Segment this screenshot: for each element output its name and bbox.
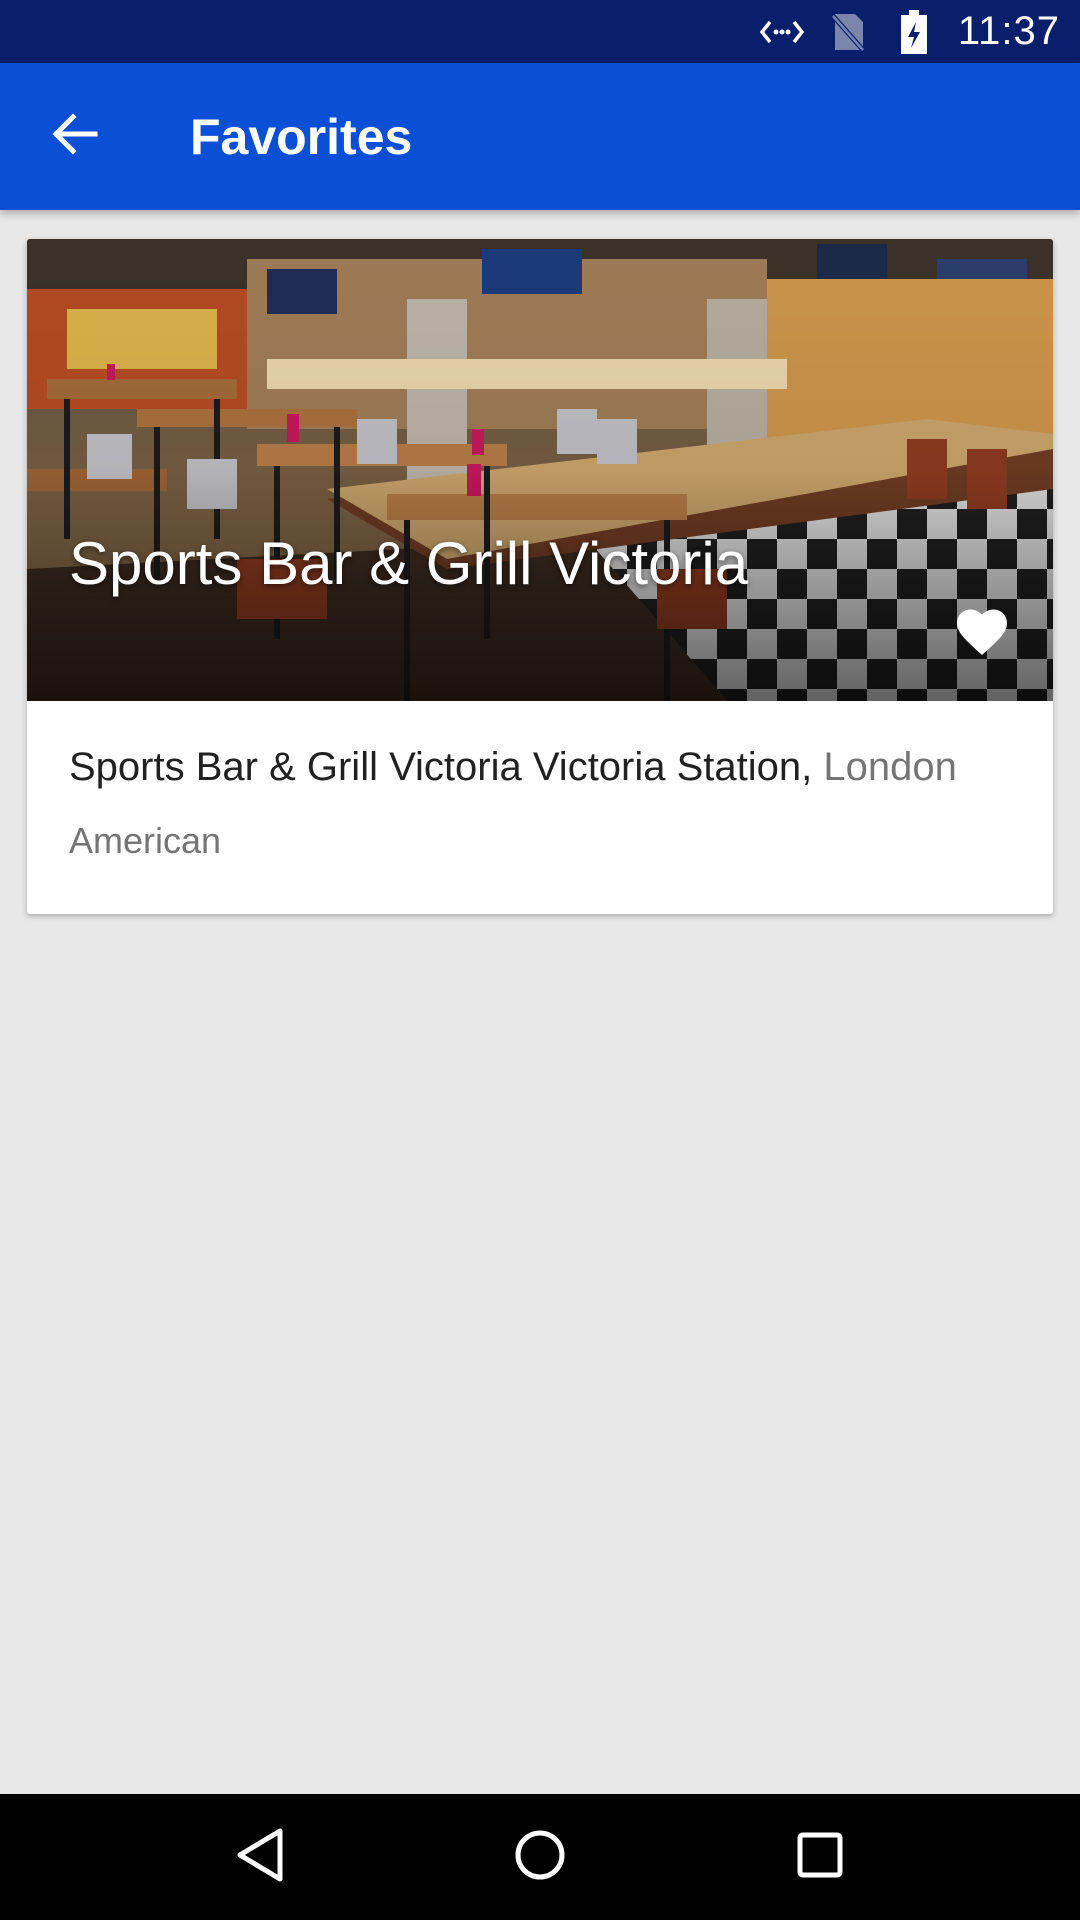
back-button[interactable]	[0, 63, 150, 210]
status-bar: 11:37	[0, 0, 1080, 63]
nav-home-button[interactable]	[480, 1797, 600, 1917]
restaurant-card[interactable]: Sports Bar & Grill Victoria Sports Bar &…	[27, 239, 1053, 914]
home-circle-icon	[514, 1829, 566, 1886]
back-triangle-icon	[236, 1828, 284, 1887]
screen: 11:37 Favorites Sports Bar & Grill Victo…	[0, 0, 1080, 1920]
restaurant-cuisine: American	[69, 820, 222, 861]
restaurant-photo: Sports Bar & Grill Victoria	[27, 239, 1053, 701]
system-navigation-bar	[0, 1794, 1080, 1920]
nav-back-button[interactable]	[200, 1797, 320, 1917]
nav-recents-button[interactable]	[760, 1797, 880, 1917]
restaurant-title-overlay: Sports Bar & Grill Victoria	[69, 530, 749, 597]
page-title: Favorites	[190, 108, 413, 165]
data-transfer-icon	[759, 10, 804, 54]
heart-icon	[956, 609, 1008, 660]
recents-square-icon	[796, 1831, 844, 1884]
restaurant-location-line: Sports Bar & Grill Victoria Victoria Sta…	[69, 745, 1013, 790]
restaurant-interior-image	[27, 239, 1053, 701]
restaurant-city: London	[823, 745, 957, 789]
clock: 11:37	[957, 9, 1060, 53]
favorite-toggle-button[interactable]	[927, 579, 1037, 689]
card-details: Sports Bar & Grill Victoria Victoria Sta…	[27, 701, 1053, 862]
no-sim-icon	[826, 10, 870, 54]
restaurant-name-address: Sports Bar & Grill Victoria Victoria Sta…	[69, 745, 813, 789]
arrow-back-icon	[51, 112, 99, 161]
app-bar: Favorites	[0, 63, 1080, 210]
battery-charging-icon	[892, 9, 936, 54]
